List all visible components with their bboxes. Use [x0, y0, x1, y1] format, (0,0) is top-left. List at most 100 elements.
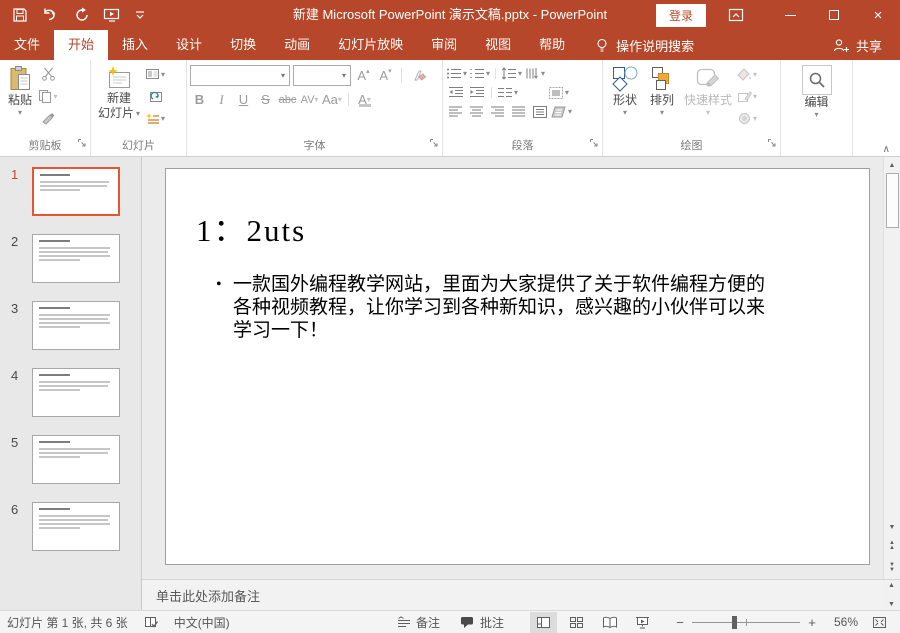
zoom-slider[interactable] — [692, 622, 800, 623]
scrollbar-thumb[interactable] — [886, 173, 899, 228]
section-button[interactable]: ▾ — [145, 109, 165, 127]
redo-button[interactable] — [74, 7, 90, 23]
tab-file[interactable]: 文件 — [0, 30, 54, 60]
clipboard-dialog-launcher[interactable] — [77, 135, 87, 153]
vertical-scrollbar[interactable]: ▲ ▼ ▲▲ ▼▼ — [883, 157, 900, 579]
slideshow-view-button[interactable] — [629, 612, 656, 633]
shape-fill-button[interactable]: ▾ — [737, 65, 757, 83]
tab-design[interactable]: 设计 — [162, 30, 216, 60]
arrange-button[interactable]: 排列 ▾ — [644, 62, 680, 118]
font-color-button[interactable]: A▾ — [355, 90, 374, 109]
change-case-button[interactable]: Aa▾ — [322, 90, 342, 109]
paragraph-dialog-launcher[interactable] — [589, 135, 599, 153]
spell-check-button[interactable] — [144, 615, 159, 629]
slide-title-text[interactable]: 1：2uts — [196, 205, 306, 250]
increase-font-size-button[interactable]: A▴ — [354, 66, 373, 85]
strikethrough-button[interactable]: abc — [278, 90, 297, 109]
customize-qat-button[interactable] — [134, 9, 146, 21]
share-button[interactable]: 共享 — [833, 30, 900, 60]
character-spacing-button[interactable]: AV▾ — [300, 90, 319, 109]
zoom-percentage[interactable]: 56% — [820, 615, 858, 629]
normal-view-button[interactable] — [530, 612, 557, 633]
thumbnail-preview[interactable] — [32, 234, 120, 283]
align-text-button[interactable]: ▾ — [548, 84, 569, 101]
scroll-up-button[interactable]: ▲ — [884, 157, 900, 173]
maximize-button[interactable] — [812, 0, 856, 30]
drawing-dialog-launcher[interactable] — [767, 135, 777, 153]
line-spacing-button[interactable]: ▾ — [501, 65, 522, 82]
tab-transitions[interactable]: 切换 — [216, 30, 270, 60]
paste-button[interactable]: 粘贴 ▾ — [3, 62, 37, 118]
decrease-indent-button[interactable] — [446, 84, 465, 101]
tab-view[interactable]: 视图 — [471, 30, 525, 60]
reset-slide-button[interactable] — [145, 87, 165, 105]
scroll-down-button[interactable]: ▼ — [884, 519, 900, 535]
slide-body-text[interactable]: • 一款国外编程教学网站，里面为大家提供了关于软件编程方便的 各种视频教程，让你… — [216, 273, 765, 342]
ribbon-display-options-button[interactable] — [728, 7, 744, 23]
thumbnail-preview[interactable] — [32, 435, 120, 484]
collapse-ribbon-button[interactable]: ∧ — [883, 144, 890, 155]
slide-sorter-view-button[interactable] — [563, 612, 590, 633]
format-painter-button[interactable] — [38, 109, 58, 127]
notes-scroll-down-button[interactable]: ▼ — [888, 601, 895, 608]
minimize-button[interactable] — [768, 0, 812, 30]
notes-pane[interactable]: 单击此处添加备注 ▲ ▼ — [142, 579, 900, 610]
copy-button[interactable]: ▾ — [38, 87, 58, 105]
clear-formatting-button[interactable] — [408, 67, 428, 85]
shadow-button[interactable]: S — [256, 90, 275, 109]
thumbnail-slide-4[interactable]: 4 — [0, 368, 141, 417]
align-right-button[interactable] — [488, 103, 507, 120]
language-indicator[interactable]: 中文(中国) — [174, 614, 230, 631]
next-slide-button[interactable]: ▼▼ — [884, 557, 900, 579]
thumbnail-slide-6[interactable]: 6 — [0, 502, 141, 551]
slide-counter[interactable]: 幻灯片 第 1 张, 共 6 张 — [7, 614, 128, 631]
editing-button[interactable]: 编辑 ▾ — [798, 62, 836, 120]
save-button[interactable] — [12, 7, 28, 23]
tab-home[interactable]: 开始 — [54, 30, 108, 60]
start-from-beginning-button[interactable] — [103, 7, 121, 23]
notes-placeholder[interactable]: 单击此处添加备注 — [142, 586, 260, 605]
shape-effects-button[interactable]: ▾ — [737, 109, 757, 127]
decrease-font-size-button[interactable]: A▾ — [376, 66, 395, 85]
align-left-button[interactable] — [446, 103, 465, 120]
new-slide-button[interactable]: 新建 幻灯片 ▾ — [94, 62, 144, 122]
thumbnail-preview[interactable] — [32, 301, 120, 350]
reading-view-button[interactable] — [596, 612, 623, 633]
undo-button[interactable] — [41, 7, 61, 23]
font-size-combo[interactable]: ▾ — [293, 65, 351, 86]
sign-in-button[interactable]: 登录 — [656, 4, 706, 27]
columns-button[interactable]: ▾ — [497, 84, 518, 101]
quick-styles-button[interactable]: 快速样式 ▾ — [680, 62, 736, 118]
italic-button[interactable]: I — [212, 90, 231, 109]
font-name-combo[interactable]: ▾ — [190, 65, 290, 86]
tab-slideshow[interactable]: 幻灯片放映 — [324, 30, 417, 60]
cut-button[interactable] — [38, 65, 58, 83]
thumbnail-preview[interactable] — [32, 368, 120, 417]
thumbnail-slide-2[interactable]: 2 — [0, 234, 141, 283]
thumbnail-preview[interactable] — [32, 167, 120, 216]
text-direction-button[interactable]: ▾ — [524, 65, 545, 82]
bold-button[interactable]: B — [190, 90, 209, 109]
notes-toggle-button[interactable]: 备注 — [397, 614, 440, 631]
align-center-button[interactable] — [467, 103, 486, 120]
shape-outline-button[interactable]: ▾ — [737, 87, 757, 105]
tab-insert[interactable]: 插入 — [108, 30, 162, 60]
notes-scrollbar[interactable]: ▲ ▼ — [883, 580, 900, 610]
tell-me-search[interactable]: 操作说明搜索 — [595, 30, 694, 60]
thumbnail-slide-1[interactable]: 1 — [0, 167, 141, 216]
shapes-button[interactable]: 形状 ▾ — [606, 62, 644, 118]
close-button[interactable]: × — [856, 0, 900, 30]
underline-button[interactable]: U — [234, 90, 253, 109]
distribute-button[interactable] — [530, 103, 549, 120]
zoom-slider-handle[interactable] — [732, 616, 737, 629]
font-dialog-launcher[interactable] — [429, 135, 439, 153]
tab-review[interactable]: 审阅 — [417, 30, 471, 60]
thumbnail-slide-5[interactable]: 5 — [0, 435, 141, 484]
bullets-button[interactable]: ▾ — [446, 65, 467, 82]
tab-help[interactable]: 帮助 — [525, 30, 579, 60]
notes-scroll-up-button[interactable]: ▲ — [888, 582, 895, 589]
thumbnail-slide-3[interactable]: 3 — [0, 301, 141, 350]
tab-animations[interactable]: 动画 — [270, 30, 324, 60]
fit-to-window-button[interactable] — [866, 612, 893, 633]
thumbnail-preview[interactable] — [32, 502, 120, 551]
